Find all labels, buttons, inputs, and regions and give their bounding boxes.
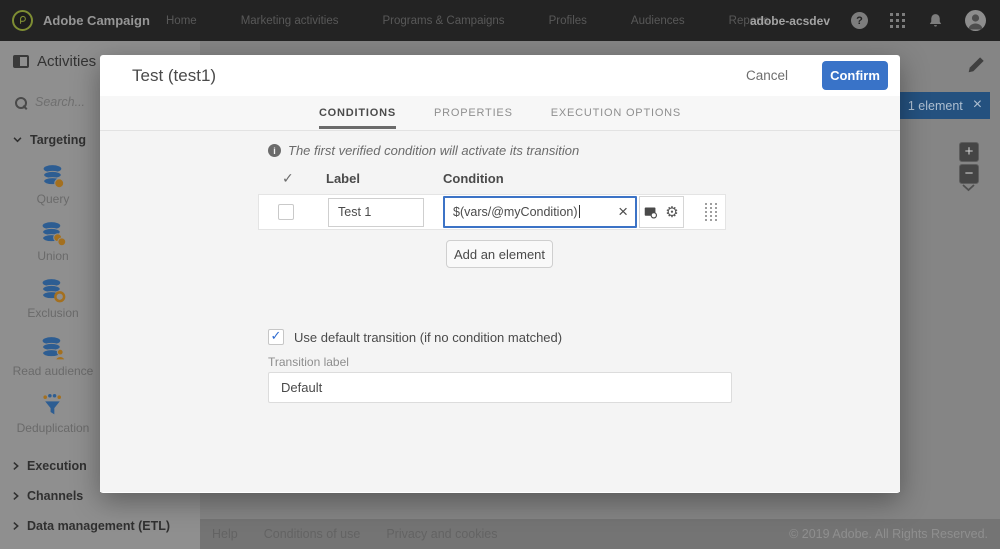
chevron-right-icon [13,491,19,501]
top-nav: Home Marketing activities Programs & Cam… [166,15,769,27]
info-icon: i [268,144,281,157]
checkmark-icon: ✓ [270,328,282,344]
collapse-chevron-icon[interactable] [961,183,976,192]
label-input[interactable]: Test 1 [328,198,424,227]
use-default-transition-label: Use default transition (if no condition … [294,329,563,345]
badge-label: 1 element [907,98,963,113]
conditions-table-header: ✓ Label Condition [268,170,732,187]
sidebar-search[interactable] [15,95,105,109]
dialog-tabs: CONDITIONS PROPERTIES EXECUTION OPTIONS [100,96,900,131]
activities-panel-icon [13,55,29,68]
dialog-header: Test (test1) Cancel Confirm [100,55,900,96]
read-audience-icon [41,337,66,361]
top-navigation-bar: Adobe Campaign Home Marketing activities… [0,0,1000,41]
test-activity-dialog: Test (test1) Cancel Confirm CONDITIONS P… [100,55,900,493]
badge-close-icon[interactable]: × [973,97,982,113]
help-icon[interactable]: ? [851,12,868,29]
app-switcher-icon[interactable] [889,12,906,29]
element-browser-icon [644,207,658,219]
confirm-button[interactable]: Confirm [822,61,888,90]
nav-home[interactable]: Home [166,15,197,27]
notifications-bell-icon[interactable] [927,12,944,29]
nav-audiences[interactable]: Audiences [631,15,685,27]
user-avatar[interactable] [965,10,986,31]
search-icon [15,96,27,109]
advanced-settings-button[interactable]: ⚙ [661,196,684,228]
label-column-header: Label [326,171,360,186]
check-column-icon: ✓ [282,170,294,186]
add-element-button[interactable]: Add an element [446,240,553,268]
tab-conditions[interactable]: CONDITIONS [318,96,397,130]
chevron-right-icon [13,461,19,471]
footer-link-conditions[interactable]: Conditions of use [264,527,361,541]
dialog-body: i The first verified condition will acti… [100,131,900,492]
transition-label-input[interactable]: Default [268,372,732,403]
nav-marketing-activities[interactable]: Marketing activities [241,15,339,27]
sidebar-section-data-management[interactable]: Data management (ETL) [13,519,170,533]
drag-handle[interactable] [705,203,719,223]
adobe-campaign-logo-icon [12,10,33,31]
nav-profiles[interactable]: Profiles [549,15,587,27]
condition-row: Test 1 $(vars/@myCondition) × ⚙ [258,194,726,230]
use-default-transition-checkbox[interactable]: ✓ [268,329,284,345]
sidebar-section-channels[interactable]: Channels [13,489,83,503]
brand: Adobe Campaign [0,10,150,31]
transition-label-caption: Transition label [268,355,349,369]
sidebar-activities-header[interactable]: Activities [13,53,114,70]
account-name[interactable]: adobe-acsdev [750,14,830,28]
use-default-transition-row: ✓ Use default transition (if no conditio… [268,329,562,345]
selection-count-badge: 1 element × [900,92,990,119]
tab-properties[interactable]: PROPERTIES [434,96,513,130]
row-checkbox[interactable] [278,204,294,220]
drag-handle-dots-icon [705,203,708,206]
cancel-button[interactable]: Cancel [746,68,788,83]
gear-icon: ⚙ [665,203,679,221]
query-icon [42,165,64,189]
text-caret [578,205,580,218]
sidebar-section-execution[interactable]: Execution [13,459,87,473]
condition-input[interactable]: $(vars/@myCondition) × [443,196,637,228]
exclusion-icon [41,279,65,303]
info-message: i The first verified condition will acti… [268,143,579,158]
zoom-in-button[interactable]: + [959,142,979,162]
nav-programs-campaigns[interactable]: Programs & Campaigns [382,15,504,27]
sidebar-section-targeting[interactable]: Targeting [13,133,86,147]
sidebar-item-union[interactable]: Union [0,220,106,263]
tab-execution-options[interactable]: EXECUTION OPTIONS [551,96,681,130]
footer-link-privacy[interactable]: Privacy and cookies [386,527,497,541]
copyright-text: © 2019 Adobe. All Rights Reserved. [789,527,988,541]
chevron-right-icon [13,521,19,531]
sidebar-item-query[interactable]: Query [0,163,106,206]
sidebar-item-deduplication[interactable]: Deduplication [0,392,106,435]
dialog-title: Test (test1) [132,66,217,85]
sidebar-item-exclusion[interactable]: Exclusion [0,277,106,320]
union-icon [41,222,66,247]
brand-name: Adobe Campaign [43,13,150,28]
sidebar-item-read-audience[interactable]: Read audience [0,335,106,378]
footer-link-help[interactable]: Help [212,527,238,541]
condition-column-header: Condition [443,171,504,186]
edit-pencil-icon[interactable] [967,55,986,74]
expression-picker-button[interactable] [639,196,662,228]
search-input[interactable] [35,95,105,109]
deduplication-icon [42,393,61,415]
zoom-out-button[interactable]: − [959,164,979,184]
clear-input-icon[interactable]: × [618,198,628,226]
sidebar-title: Activities [37,53,97,70]
chevron-down-icon [13,137,22,143]
page-footer: Help Conditions of use Privacy and cooki… [200,519,1000,549]
